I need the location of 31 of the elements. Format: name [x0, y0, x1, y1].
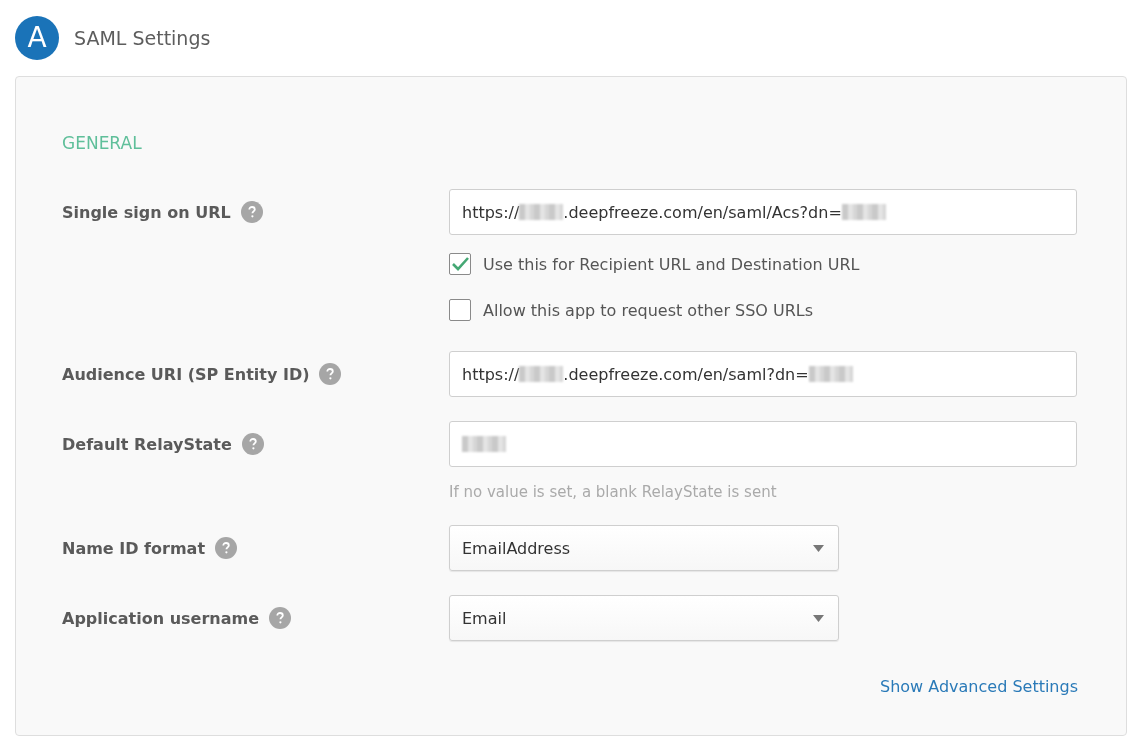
section-heading: GENERAL [62, 133, 143, 153]
dropdown[interactable]: EmailAddress [449, 525, 839, 571]
help-icon[interactable] [215, 537, 238, 559]
help-icon[interactable] [241, 433, 264, 455]
text-field[interactable]: https:// .deepfreeze.com/en/saml/Acs?dn= [449, 189, 1077, 235]
field-label: Audience URI (SP Entity ID) [62, 364, 310, 384]
field-label: Application username [62, 608, 259, 628]
help-icon[interactable] [319, 363, 342, 385]
caret-icon [813, 544, 824, 552]
field-hint: If no value is set, a blank RelayState is sent [449, 483, 778, 501]
blurred-text [519, 204, 564, 220]
checkbox[interactable] [449, 299, 471, 321]
blurred-text [519, 366, 564, 382]
text-field[interactable] [449, 421, 1077, 467]
blurred-text [462, 436, 506, 452]
field-label: Default RelayState [62, 434, 232, 454]
help-icon[interactable] [269, 607, 291, 629]
text-field[interactable]: https:// .deepfreeze.com/en/saml?dn= [449, 351, 1077, 397]
dropdown[interactable]: Email [449, 595, 839, 641]
checkbox-label: Allow this app to request other SSO URLs [483, 300, 814, 320]
checkbox-label: Use this for Recipient URL and Destination URL [483, 254, 860, 274]
field-label: Name ID format [62, 538, 206, 558]
page-title: SAML Settings [74, 26, 211, 49]
blurred-text [808, 366, 853, 382]
caret-icon [813, 614, 824, 622]
blurred-text [841, 204, 886, 220]
checkbox[interactable] [449, 253, 471, 275]
app-avatar: A [15, 15, 59, 60]
help-icon[interactable] [240, 201, 263, 223]
show-advanced-settings-link[interactable]: Show Advanced Settings [880, 677, 1078, 696]
field-label: Single sign on URL [62, 202, 231, 222]
